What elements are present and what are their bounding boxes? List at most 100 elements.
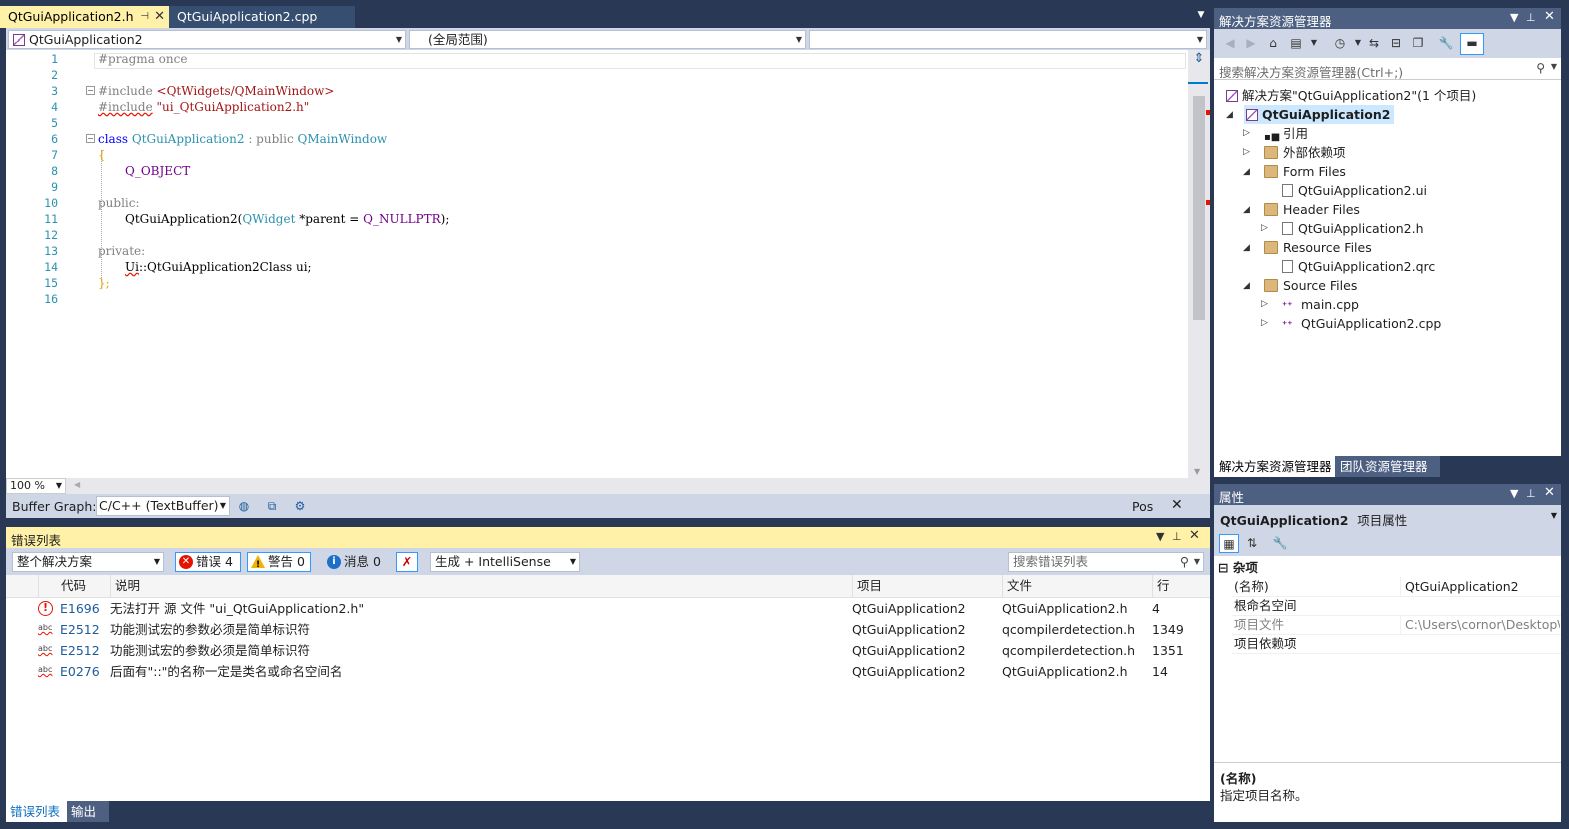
globe-icon[interactable]: ◍ [236, 498, 252, 514]
pending-changes-icon[interactable]: ◷ [1332, 35, 1348, 51]
table-row[interactable]: ! E1696 无法打开 源 文件 "ui_QtGuiApplication2.… [6, 598, 1210, 619]
window-menu-icon[interactable]: ▼ [1510, 11, 1518, 24]
show-all-files-icon[interactable]: ❐ [1410, 35, 1426, 51]
error-code[interactable]: E1696 [60, 598, 100, 619]
tree-item-solution[interactable]: 解决方案"QtGuiApplication2"(1 个项目) [1226, 86, 1476, 105]
error-marker[interactable] [1206, 110, 1210, 115]
error-code[interactable]: E0276 [60, 661, 100, 682]
expanded-arrow-icon[interactable]: ◢ [1243, 167, 1250, 177]
property-pages-wrench-icon[interactable]: 🔧 [1270, 534, 1290, 553]
messages-filter-button[interactable]: i 消息 0 [323, 552, 385, 572]
build-filter-dropdown[interactable]: 生成 + IntelliSense ▼ [430, 552, 580, 572]
window-menu-icon[interactable]: ▼ [1510, 487, 1518, 500]
tree-item-project[interactable]: QtGuiApplication2 [1244, 105, 1395, 124]
settings-icon[interactable]: ⚙ [292, 498, 308, 514]
home-icon[interactable]: ⌂ [1265, 35, 1281, 51]
error-code[interactable]: E2512 [60, 619, 100, 640]
tab-output[interactable]: 输出 [67, 801, 109, 822]
alphabetical-sort-icon[interactable]: ⇅ [1242, 534, 1262, 553]
collapsed-arrow-icon[interactable]: ▷ [1243, 128, 1250, 138]
collapsed-arrow-icon[interactable]: ▷ [1261, 223, 1268, 233]
scroll-left-icon[interactable]: ◀ [74, 480, 80, 489]
scope-filter-dropdown[interactable]: 整个解决方案 ▼ [12, 552, 164, 572]
property-row-project-file[interactable]: 项目文件 C:\Users\cornor\Desktop\QtG [1232, 615, 1561, 635]
column-project[interactable]: 项目 [852, 575, 1002, 597]
scope-dropdown[interactable]: (全局范围) ▼ [409, 30, 806, 49]
tree-item-resource-files[interactable]: Resource Files [1264, 238, 1372, 257]
back-icon[interactable]: ◀ [1222, 35, 1238, 51]
chevron-down-icon[interactable]: ▼ [1350, 35, 1366, 51]
tree-item-header-file[interactable]: QtGuiApplication2.h [1282, 219, 1424, 238]
buffer-graph-dropdown[interactable]: C/C++ (TextBuffer) ▼ [96, 496, 230, 516]
close-icon[interactable]: ✕ [154, 6, 165, 28]
tree-item-app-cpp[interactable]: ⁺⁺ QtGuiApplication2.cpp [1282, 314, 1441, 333]
property-value[interactable]: QtGuiApplication2 [1400, 577, 1560, 596]
property-row-dependencies[interactable]: 项目依赖项 [1232, 634, 1561, 654]
pin-icon[interactable]: ⊣ [140, 6, 149, 28]
expanded-arrow-icon[interactable]: ◢ [1243, 205, 1250, 215]
table-row[interactable]: abc E2512 功能测试宏的参数必须是简单标识符 QtGuiApplicat… [6, 640, 1210, 661]
close-icon[interactable]: ✕ [1544, 9, 1555, 24]
copy-window-icon[interactable]: ⧉ [264, 498, 280, 514]
close-icon[interactable]: ✕ [1171, 497, 1183, 513]
tree-item-source-files[interactable]: Source Files [1264, 276, 1357, 295]
wrench-icon[interactable]: 🔧 [1438, 35, 1454, 51]
properties-object-selector[interactable]: QtGuiApplication2 项目属性 ▼ [1214, 505, 1561, 531]
solution-search-input[interactable]: 搜索解决方案资源管理器(Ctrl+;) ⚲ ▼ [1214, 58, 1561, 80]
category-misc[interactable]: ⊟ 杂项 [1214, 558, 1258, 577]
tree-item-external-deps[interactable]: 外部依赖项 [1264, 143, 1346, 162]
expanded-arrow-icon[interactable]: ◢ [1226, 110, 1233, 120]
project-dropdown[interactable]: QtGuiApplication2 ▼ [8, 30, 406, 49]
close-icon[interactable]: ✕ [1189, 528, 1200, 543]
tree-item-header-files[interactable]: Header Files [1264, 200, 1360, 219]
collapse-icon[interactable]: − [86, 86, 95, 95]
collapse-icon[interactable]: − [86, 134, 95, 143]
collapsed-arrow-icon[interactable]: ▷ [1243, 147, 1250, 157]
switch-views-icon[interactable]: ▤ [1288, 35, 1304, 51]
warnings-filter-button[interactable]: ! 警告 0 [247, 552, 311, 572]
property-row-name[interactable]: (名称) QtGuiApplication2 [1232, 577, 1561, 597]
column-line[interactable]: 行 [1152, 575, 1210, 597]
property-row-root-namespace[interactable]: 根命名空间 [1232, 596, 1561, 616]
split-window-icon[interactable]: ⇕ [1191, 52, 1207, 66]
column-file[interactable]: 文件 [1002, 575, 1152, 597]
pin-icon[interactable]: ⊥ [1526, 11, 1536, 24]
tree-item-ui-file[interactable]: QtGuiApplication2.ui [1282, 181, 1427, 200]
member-dropdown[interactable]: ▼ [809, 30, 1207, 49]
expanded-arrow-icon[interactable]: ◢ [1243, 243, 1250, 253]
column-code[interactable]: 代码 [38, 575, 110, 597]
categorized-icon[interactable]: ▦ [1219, 534, 1239, 553]
collapsed-arrow-icon[interactable]: ▷ [1261, 299, 1268, 309]
error-marker[interactable] [1206, 200, 1210, 205]
chevron-down-icon[interactable]: ▼ [1306, 35, 1322, 51]
tab-solution-explorer[interactable]: 解决方案资源管理器 [1214, 456, 1343, 477]
sync-icon[interactable]: ⇆ [1366, 35, 1382, 51]
tab-qtguiapplication2-h[interactable]: QtGuiApplication2.h ⊣ ✕ [0, 6, 169, 28]
tree-item-main-cpp[interactable]: ⁺⁺ main.cpp [1282, 295, 1359, 314]
preview-selected-icon[interactable]: ▬ [1460, 33, 1484, 55]
pin-icon[interactable]: ⊥ [1172, 530, 1182, 543]
tree-item-form-files[interactable]: Form Files [1264, 162, 1346, 181]
forward-icon[interactable]: ▶ [1243, 35, 1259, 51]
collapsed-arrow-icon[interactable]: ▷ [1261, 318, 1268, 328]
scroll-down-icon[interactable]: ▼ [1194, 467, 1200, 476]
close-icon[interactable]: ✕ [1544, 485, 1555, 500]
tab-error-list[interactable]: 错误列表 [6, 801, 74, 822]
scroll-thumb[interactable] [1193, 96, 1205, 320]
pin-icon[interactable]: ⊥ [1526, 487, 1536, 500]
table-row[interactable]: abc E2512 功能测试宏的参数必须是简单标识符 QtGuiApplicat… [6, 619, 1210, 640]
window-menu-icon[interactable]: ▼ [1156, 530, 1164, 543]
errors-filter-button[interactable]: ✕ 错误 4 [175, 552, 241, 572]
zoom-dropdown[interactable]: 100 % ▼ [6, 478, 66, 494]
tab-overflow-chevron-icon[interactable]: ▼ [1194, 10, 1208, 24]
tab-qtguiapplication2-cpp[interactable]: QtGuiApplication2.cpp [169, 6, 355, 28]
error-search-input[interactable]: 搜索错误列表 ⚲ ▼ [1008, 552, 1204, 572]
code-editor[interactable]: 1 2 3 4 5 6 7 8 9 10 11 12 13 14 15 16 −… [6, 50, 1210, 478]
column-description[interactable]: 说明 [110, 575, 852, 597]
tree-item-references[interactable]: ▪■ 引用 [1264, 124, 1308, 143]
filter-column-icon[interactable] [6, 575, 38, 597]
tree-item-qrc-file[interactable]: QtGuiApplication2.qrc [1282, 257, 1435, 276]
table-row[interactable]: abc E0276 后面有"::"的名称一定是类名或命名空间名 QtGuiApp… [6, 661, 1210, 682]
editor-vertical-scrollbar[interactable]: ⇕ ▼ [1188, 50, 1210, 478]
expanded-arrow-icon[interactable]: ◢ [1243, 281, 1250, 291]
